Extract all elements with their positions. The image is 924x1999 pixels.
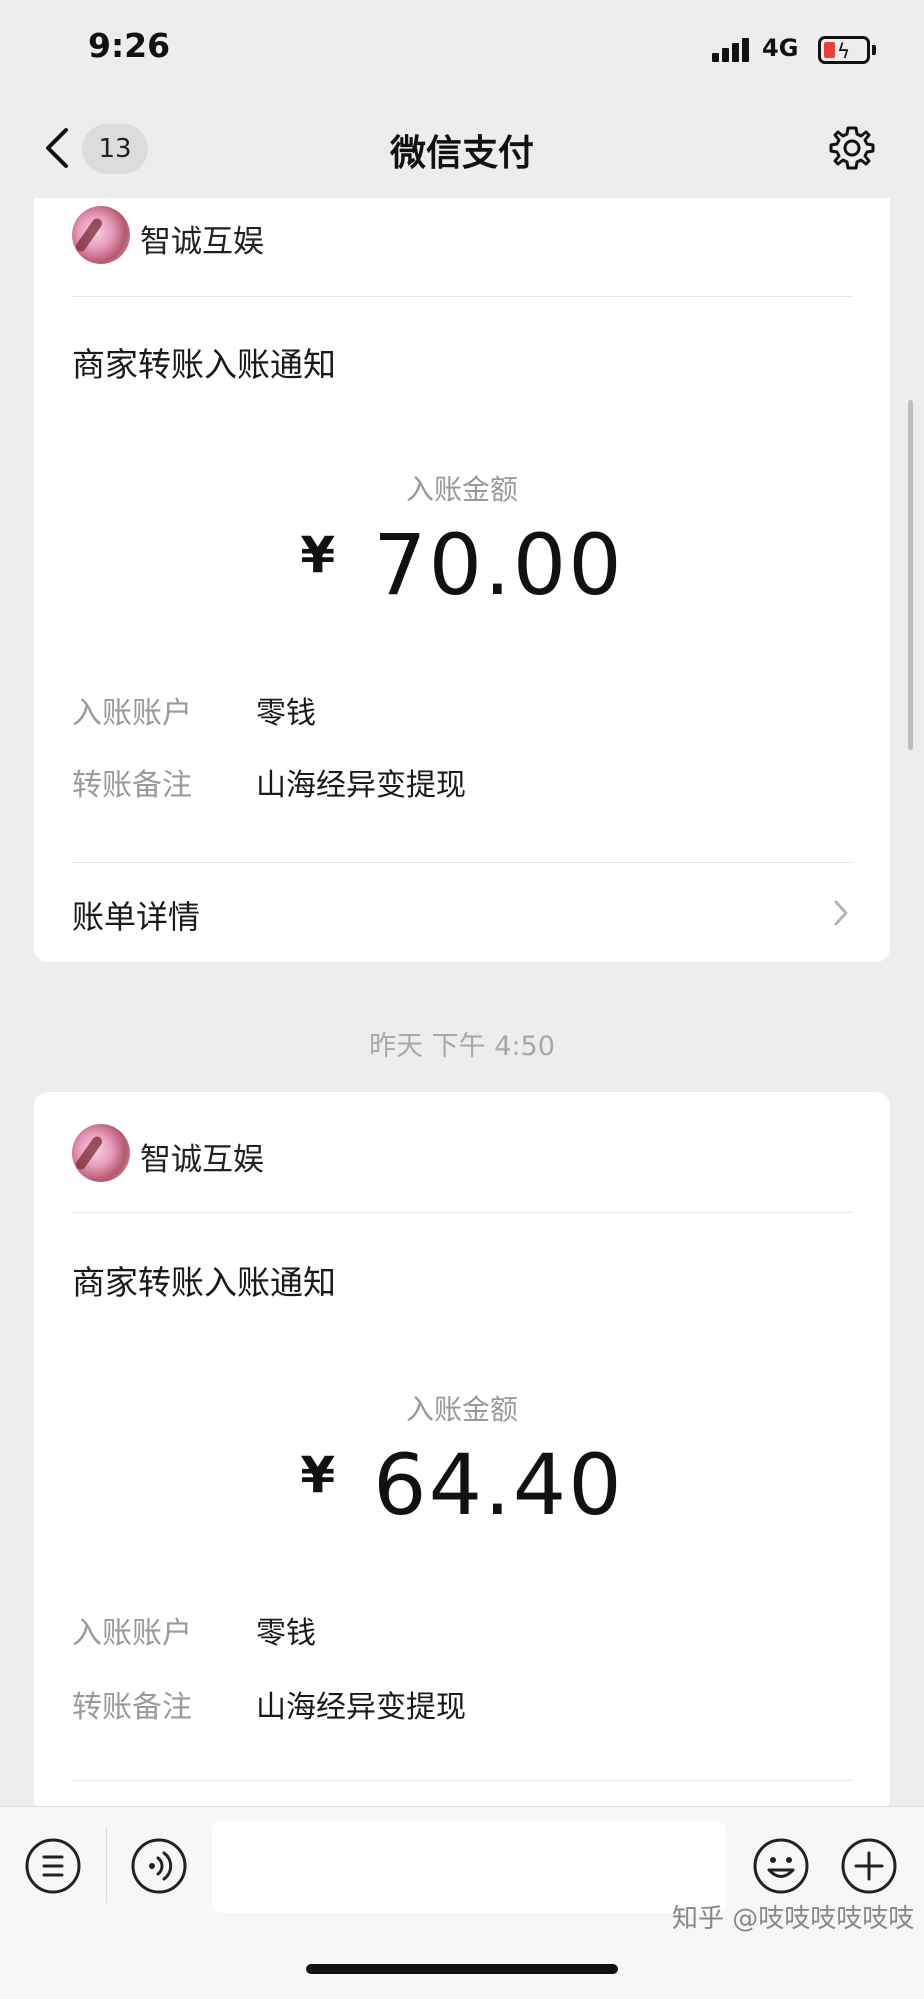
- bill-detail-link[interactable]: 账单详情: [72, 892, 200, 938]
- chevron-right-icon[interactable]: [830, 898, 852, 928]
- card-header: 智诚互娱: [72, 198, 852, 298]
- divider: [72, 296, 852, 297]
- remark-label: 转账备注: [72, 1690, 192, 1725]
- currency-symbol: ¥: [300, 526, 338, 584]
- account-label: 入账账户: [72, 696, 192, 731]
- merchant-name: 智诚互娱: [140, 1142, 264, 1178]
- divider: [72, 1212, 852, 1213]
- status-bar: 9:26 4G ϟ: [0, 0, 924, 100]
- transfer-card[interactable]: 智诚互娱 商家转账入账通知 入账金额 ¥64.40 入账账户 零钱 转账备注 山…: [34, 1092, 890, 1812]
- amount-value: ¥64.40: [34, 1436, 890, 1534]
- battery-icon: ϟ: [818, 36, 870, 64]
- scrollbar[interactable]: [908, 400, 913, 750]
- account-label: 入账账户: [72, 1616, 192, 1651]
- amount-label: 入账金额: [405, 1393, 518, 1426]
- avatar: [72, 1124, 130, 1182]
- amount-label: 入账金额: [405, 473, 518, 506]
- status-time: 9:26: [88, 26, 171, 65]
- notice-title: 商家转账入账通知: [72, 1263, 336, 1302]
- card-header: 智诚互娱: [72, 1092, 852, 1192]
- transfer-card[interactable]: 智诚互娱 商家转账入账通知 入账金额 ¥70.00 入账账户 零钱 转账备注 山…: [34, 198, 890, 962]
- amount-value: ¥70.00: [34, 516, 890, 614]
- watermark: 知乎 @吱吱吱吱吱吱: [672, 1904, 915, 1934]
- voice-icon[interactable]: [130, 1837, 188, 1895]
- amount-number: 64.40: [373, 1436, 624, 1534]
- merchant-name: 智诚互娱: [140, 224, 264, 260]
- remark-value: 山海经异变提现: [256, 1690, 466, 1725]
- message-input[interactable]: [212, 1821, 726, 1913]
- separator: [106, 1827, 107, 1903]
- network-type: 4G: [762, 34, 799, 62]
- divider: [72, 1780, 852, 1781]
- menu-list-icon[interactable]: [24, 1837, 82, 1895]
- divider: [72, 862, 852, 863]
- remark-label: 转账备注: [72, 768, 192, 803]
- battery-nub: [872, 45, 876, 55]
- nav-bar: 13 微信支付: [0, 100, 924, 198]
- gear-icon[interactable]: [828, 124, 876, 172]
- notice-title: 商家转账入账通知: [72, 345, 336, 384]
- emoji-icon[interactable]: [752, 1837, 810, 1895]
- page-title: 微信支付: [389, 133, 534, 174]
- plus-icon[interactable]: [840, 1837, 898, 1895]
- remark-value: 山海经异变提现: [256, 768, 466, 803]
- signal-icon: [712, 38, 752, 62]
- account-value: 零钱: [256, 1616, 316, 1651]
- amount-number: 70.00: [373, 516, 624, 614]
- avatar: [72, 206, 130, 264]
- home-indicator[interactable]: [306, 1964, 618, 1974]
- message-timestamp: 昨天 下午 4:50: [369, 1031, 555, 1062]
- account-value: 零钱: [256, 696, 316, 731]
- currency-symbol: ¥: [300, 1446, 338, 1504]
